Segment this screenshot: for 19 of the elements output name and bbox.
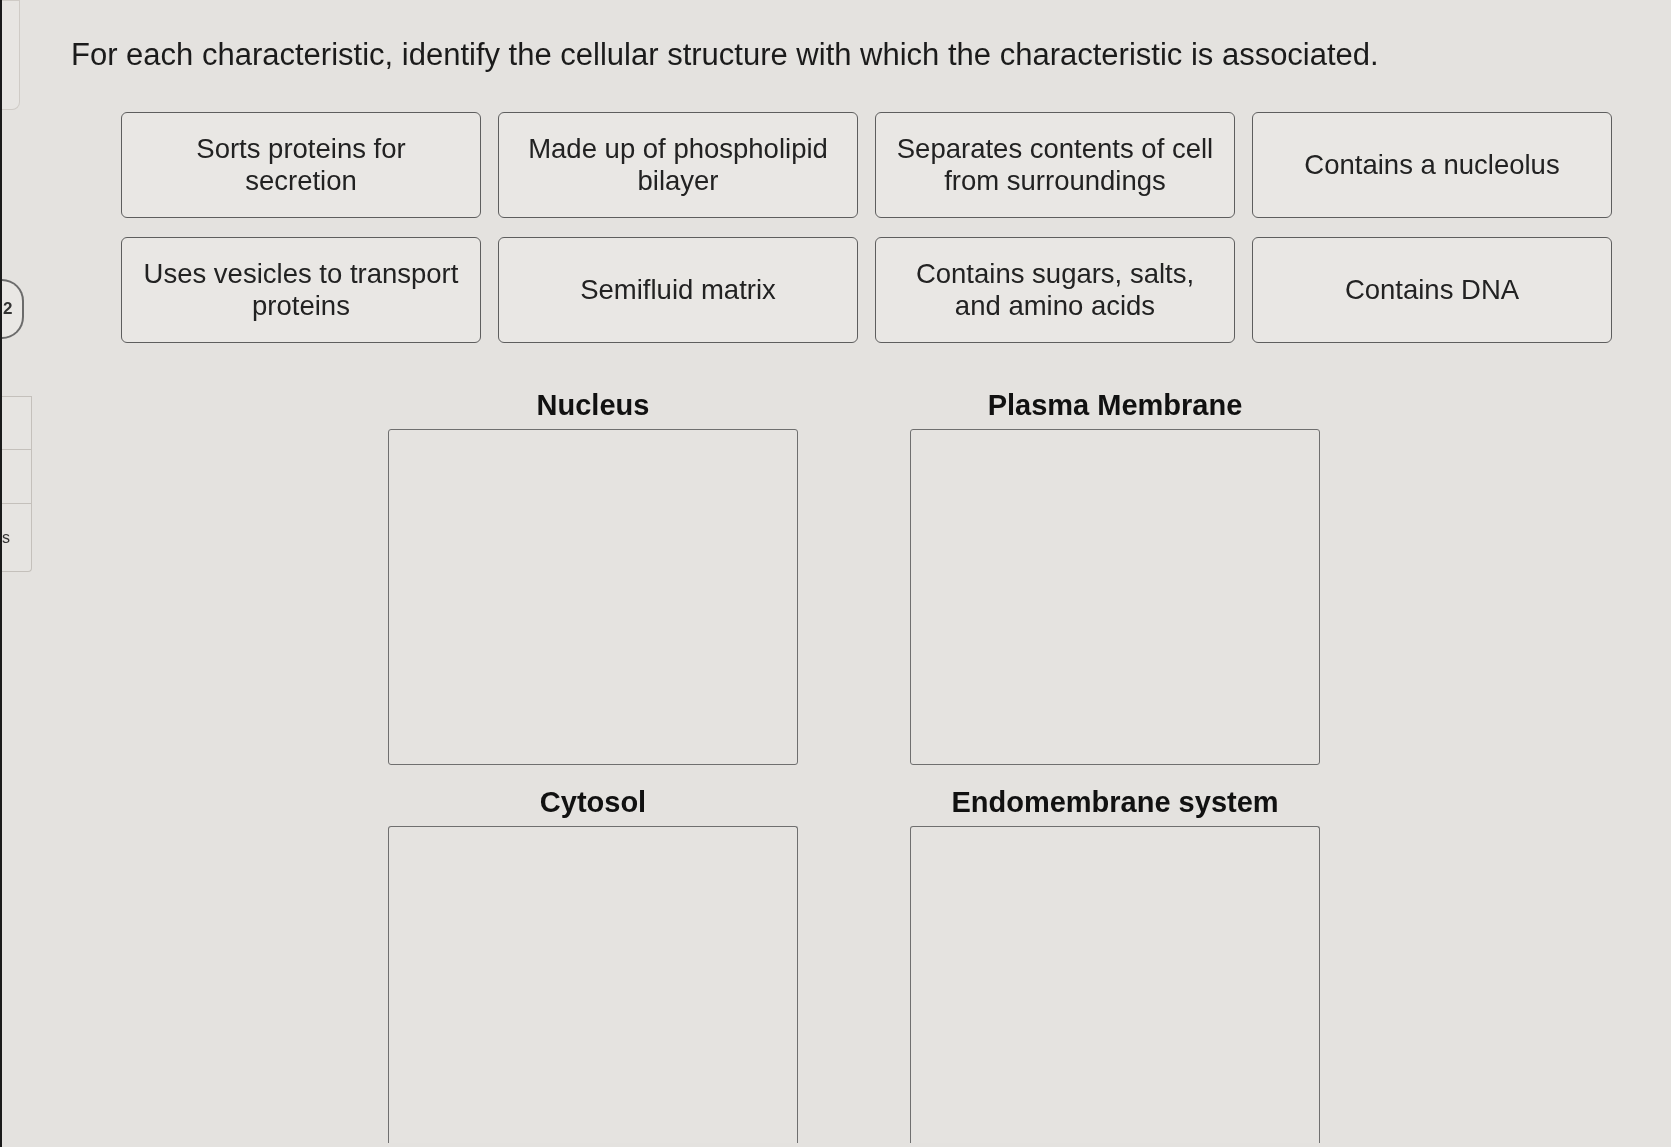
zone-label: Nucleus: [536, 388, 650, 422]
answer-card[interactable]: Semifluid matrix: [498, 237, 858, 343]
answer-card[interactable]: Contains DNA: [1252, 237, 1612, 343]
zone-label: Endomembrane system: [951, 785, 1279, 819]
question-number-button[interactable]: 2: [2, 279, 24, 339]
zone-label: Plasma Membrane: [987, 388, 1243, 422]
drop-zone[interactable]: [910, 429, 1320, 765]
answer-card[interactable]: Contains a nucleolus: [1252, 112, 1612, 218]
answer-card[interactable]: Separates contents of cell from surroundings: [875, 112, 1235, 218]
instruction-text: For each characteristic, identify the cellular structure with which the characteristic is associated.: [71, 37, 1379, 73]
drop-zone[interactable]: [388, 429, 798, 765]
answer-card[interactable]: Contains sugars, salts, and amino acids: [875, 237, 1235, 343]
answer-card[interactable]: Sorts proteins for secretion: [121, 112, 481, 218]
drop-zone[interactable]: [910, 826, 1320, 1143]
drop-zone[interactable]: [388, 826, 798, 1143]
answer-card[interactable]: Made up of phospholipid bilayer: [498, 112, 858, 218]
answer-card[interactable]: Uses vesicles to transport proteins: [121, 237, 481, 343]
zone-label: Cytosol: [539, 785, 647, 819]
sidebar-cell: s: [2, 504, 32, 572]
